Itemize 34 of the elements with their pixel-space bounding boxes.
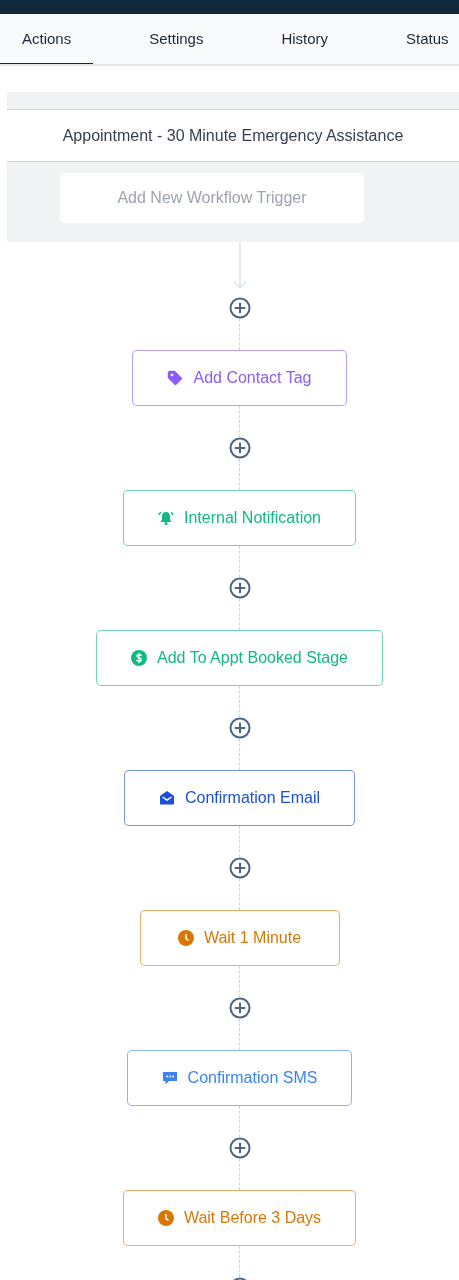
chat-icon xyxy=(161,1070,178,1086)
step-card[interactable]: Confirmation Email xyxy=(123,770,356,826)
step-card[interactable]: Add To Appt Booked Stage xyxy=(96,630,383,686)
tab[interactable]: Status xyxy=(384,14,459,64)
connector-line xyxy=(239,826,240,857)
step-card[interactable]: Internal Notification xyxy=(123,490,356,546)
connector-line xyxy=(239,1106,240,1137)
connector-line xyxy=(239,966,240,997)
step-card[interactable]: Wait 1 Minute xyxy=(139,910,340,966)
step-card[interactable]: Add Contact Tag xyxy=(132,350,347,406)
add-step-icon[interactable] xyxy=(228,857,251,879)
connector-line xyxy=(239,546,240,577)
tab[interactable]: Actions xyxy=(0,14,94,64)
step-card[interactable]: Wait Before 3 Days xyxy=(122,1190,357,1246)
add-step-icon[interactable] xyxy=(228,1137,251,1159)
add-step-icon[interactable] xyxy=(228,577,251,599)
connector-line xyxy=(239,1246,240,1277)
add-step-icon[interactable] xyxy=(228,717,251,739)
bell-icon xyxy=(158,510,174,526)
connector-line xyxy=(239,686,240,717)
add-step-icon[interactable] xyxy=(228,997,251,1019)
envelope-icon xyxy=(158,790,175,806)
arrow-line xyxy=(232,242,247,290)
tag-icon xyxy=(167,370,184,386)
dollar-icon xyxy=(131,650,147,666)
clock-icon xyxy=(157,1210,174,1226)
tab[interactable]: Settings xyxy=(127,14,226,64)
step-card[interactable]: Confirmation SMS xyxy=(126,1050,353,1106)
clock-icon xyxy=(177,930,194,946)
add-step-icon[interactable] xyxy=(228,297,251,319)
tab[interactable]: History xyxy=(259,14,351,64)
add-step-icon[interactable] xyxy=(228,437,251,459)
connector-line xyxy=(239,406,240,437)
add-trigger-button[interactable]: Add New Workflow Trigger xyxy=(59,172,365,224)
